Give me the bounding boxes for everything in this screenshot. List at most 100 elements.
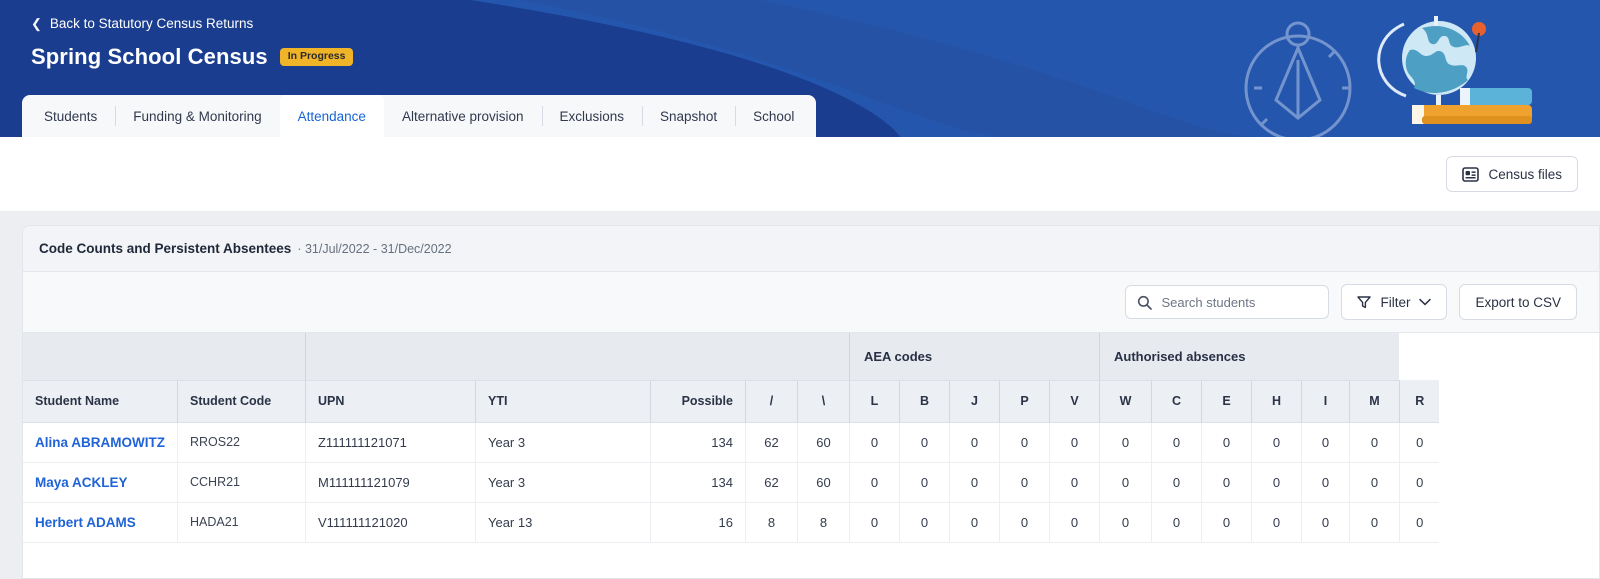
table-group-header [23,333,306,381]
student-name-link[interactable]: Alina ABRAMOWITZ [23,422,178,463]
cell-P: 0 [998,462,1050,503]
tab-snapshot[interactable]: Snapshot [642,95,735,137]
title-row: Spring School Census In Progress [31,44,354,70]
tab-alternative-provision[interactable]: Alternative provision [384,95,542,137]
cell-H: 0 [1250,462,1302,503]
cell-I: 0 [1300,422,1350,463]
cell-R: 0 [1398,422,1440,463]
cell-M: 0 [1348,462,1400,503]
id-card-icon [1462,166,1480,182]
tab-label: Funding & Monitoring [133,108,262,124]
table-head: AEA codes Authorised absences Student Nam… [23,333,1440,423]
cell-upn: V111111121020 [304,502,476,543]
cell-code: CCHR21 [176,462,306,503]
cell-possible: 134 [649,462,746,503]
cell-L: 0 [848,502,900,543]
student-name-link[interactable]: Herbert ADAMS [23,502,178,543]
cell-code: HADA21 [176,502,306,543]
cell-V: 0 [1048,422,1100,463]
page-title: Spring School Census [31,44,268,69]
cell-M: 0 [1348,422,1400,463]
column-header-I[interactable]: I [1300,380,1350,423]
chevron-down-icon [1419,298,1432,306]
cell-R: 0 [1398,462,1440,503]
table-column-header-row: Student Name Student Code UPN YTI Possible / \… [23,380,1440,423]
tab-label: Attendance [297,108,366,124]
tab-funding-monitoring[interactable]: Funding & Monitoring [115,95,279,137]
column-header-yti[interactable]: YTI [474,380,651,423]
code-counts-table: AEA codes Authorised absences Student Nam… [23,333,1440,543]
cell-possible: 16 [649,502,746,543]
cell-yti: Year 3 [474,462,651,503]
search-icon [1137,295,1153,310]
page-header: ❮ Back to Statutory Census Returns Sprin… [0,0,1600,137]
cell-E: 0 [1200,502,1252,543]
column-header-W[interactable]: W [1098,380,1152,423]
cell-code: RROS22 [176,422,306,463]
compass-globe-books-illustration [1244,16,1532,137]
column-header-V[interactable]: V [1048,380,1100,423]
cell-bslash: 60 [796,462,850,503]
census-files-button[interactable]: Census files [1446,156,1578,192]
tab-students[interactable]: Students [26,95,115,137]
column-header-B[interactable]: B [898,380,950,423]
census-files-label: Census files [1488,166,1562,182]
cell-E: 0 [1200,462,1252,503]
table-group-header-row: AEA codes Authorised absences [23,333,1439,381]
tab-attendance[interactable]: Attendance [279,95,384,137]
cell-H: 0 [1250,502,1302,543]
tab-bar: Students Funding & Monitoring Attendance Al… [22,95,817,137]
cell-C: 0 [1150,462,1202,503]
column-header-C[interactable]: C [1150,380,1202,423]
cell-V: 0 [1048,462,1100,503]
export-csv-button[interactable]: Export to CSV [1459,284,1577,320]
cell-B: 0 [898,502,950,543]
table-row[interactable]: Herbert ADAMS HADA21 V111111121020 Year 13 1… [23,502,1440,543]
cell-slash: 62 [744,422,798,463]
cell-C: 0 [1150,502,1202,543]
content-shell: Code Counts and Persistent Absentees · 3… [0,211,1600,579]
column-header-slash[interactable]: / [744,380,798,423]
cell-I: 0 [1300,462,1350,503]
cell-slash: 8 [744,502,798,543]
table-group-header: AEA codes [848,333,1100,381]
search-input[interactable] [1161,294,1318,310]
cell-J: 0 [948,422,1000,463]
column-header-L[interactable]: L [848,380,900,423]
cell-R: 0 [1398,502,1440,543]
cell-P: 0 [998,502,1050,543]
cell-J: 0 [948,462,1000,503]
funnel-icon [1357,295,1372,309]
column-header-P[interactable]: P [998,380,1050,423]
cell-H: 0 [1250,422,1302,463]
tab-school[interactable]: School [735,95,812,137]
cell-bslash: 60 [796,422,850,463]
cell-B: 0 [898,462,950,503]
column-header-upn[interactable]: UPN [304,380,476,423]
table-row[interactable]: Maya ACKLEY CCHR21 M111111121079 Year 3 134 6… [23,462,1440,503]
column-header-R[interactable]: R [1398,380,1440,423]
tab-exclusions[interactable]: Exclusions [541,95,643,137]
column-header-M[interactable]: M [1348,380,1400,423]
column-header-E[interactable]: E [1200,380,1252,423]
column-header-name[interactable]: Student Name [23,380,178,423]
filter-button[interactable]: Filter [1341,284,1448,320]
table-row[interactable]: Alina ABRAMOWITZ RROS22 Z111111121071 Year … [23,422,1440,463]
column-header-J[interactable]: J [948,380,1000,423]
column-header-bslash[interactable]: \ [796,380,850,423]
column-header-H[interactable]: H [1250,380,1302,423]
student-name-link[interactable]: Maya ACKLEY [23,462,178,503]
back-link-label: Back to Statutory Census Returns [49,16,254,31]
filter-label: Filter [1380,294,1411,310]
cell-upn: M111111121079 [304,462,476,503]
column-header-code[interactable]: Student Code [176,380,306,423]
cell-V: 0 [1048,502,1100,543]
cell-slash: 62 [744,462,798,503]
back-link[interactable]: ❮ Back to Statutory Census Returns [31,16,253,31]
search-students-box[interactable] [1125,285,1330,319]
cell-upn: Z111111121071 [304,422,476,463]
cell-I: 0 [1300,502,1350,543]
column-header-possible[interactable]: Possible [649,380,746,423]
tab-label: Snapshot [660,108,718,124]
table-body: Alina ABRAMOWITZ RROS22 Z111111121071 Year … [23,422,1440,543]
